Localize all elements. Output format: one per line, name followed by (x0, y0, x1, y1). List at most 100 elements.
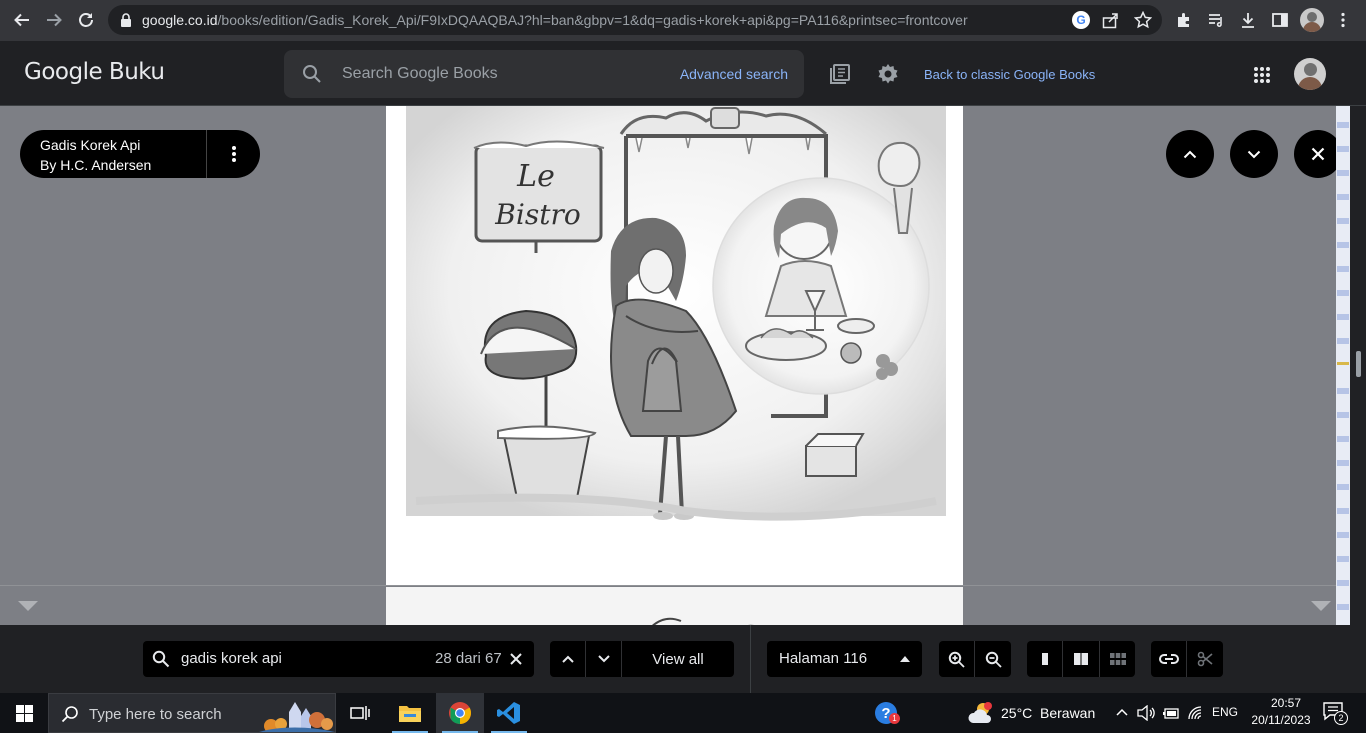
task-view-button[interactable] (336, 693, 384, 733)
zoom-group (939, 641, 1011, 677)
chevron-down-icon (597, 655, 610, 663)
back-button[interactable] (8, 6, 36, 34)
search-icon (152, 650, 170, 668)
notifications-button[interactable]: 2 (1322, 701, 1348, 725)
classic-books-link[interactable]: Back to classic Google Books (924, 67, 1095, 82)
vscode-icon (497, 702, 520, 724)
collapse-left-icon[interactable] (17, 600, 39, 612)
browser-menu-icon[interactable] (1340, 12, 1346, 28)
wifi-icon[interactable] (1188, 706, 1204, 720)
scrollbar-thumb[interactable] (1356, 351, 1361, 377)
volume-icon[interactable] (1137, 705, 1155, 721)
chevron-up-icon (561, 655, 574, 663)
more-vert-icon (231, 146, 236, 162)
show-hidden-icons-icon[interactable] (1116, 708, 1128, 716)
address-bar[interactable]: google.co.id/books/edition/Gadis_Korek_A… (108, 5, 1162, 35)
clip-button[interactable] (1187, 641, 1223, 677)
book-viewer[interactable]: Le Bistro Gadis Korek Api By H.C. Anders… (0, 106, 1336, 625)
my-library-icon[interactable] (829, 63, 851, 85)
account-avatar[interactable] (1294, 58, 1326, 90)
book-more-button[interactable] (206, 130, 260, 178)
start-button[interactable] (0, 693, 48, 733)
book-info-chip[interactable]: Gadis Korek Api By H.C. Andersen (20, 130, 260, 178)
clock-date[interactable]: 20/11/2023 (1246, 713, 1316, 727)
book-author: By H.C. Andersen (40, 157, 152, 173)
zoom-in-button[interactable] (939, 641, 974, 677)
page-illustration: Le Bistro (406, 106, 946, 521)
weather-cloud-sun-icon[interactable] (968, 701, 996, 725)
lock-icon (121, 13, 131, 27)
page-overview-strip[interactable] (1336, 106, 1350, 625)
single-page-icon (1041, 653, 1048, 665)
two-page-button[interactable] (1063, 641, 1099, 677)
next-match-button[interactable] (586, 641, 621, 677)
chevron-down-icon (1247, 150, 1261, 158)
find-result-count: 28 dari 67 (435, 650, 502, 667)
prev-match-button[interactable] (550, 641, 585, 677)
book-page: Le Bistro (386, 106, 963, 586)
google-lens-icon[interactable]: G (1072, 11, 1090, 29)
reload-icon (79, 13, 93, 27)
books-header: Google Buku Search Google Books Advanced… (0, 41, 1366, 106)
input-language[interactable]: ENG (1212, 705, 1238, 719)
grid-view-icon (1109, 653, 1126, 665)
thumbnail-view-button[interactable] (1100, 641, 1135, 677)
taskbar-search-box[interactable]: Type here to search (48, 693, 336, 733)
download-icon[interactable] (1239, 11, 1257, 29)
sign-text-bistro: Bistro (494, 198, 580, 231)
forward-button[interactable] (40, 6, 68, 34)
extensions-icon[interactable] (1175, 11, 1193, 29)
chrome-app[interactable] (436, 693, 484, 733)
zoom-out-icon (985, 651, 1002, 668)
vscode-app[interactable] (485, 693, 533, 733)
view-all-label: View all (652, 650, 704, 668)
url-path: /books/edition/Gadis_Korek_Api/F9IxDQAAQ… (217, 12, 968, 28)
clock-time[interactable]: 20:57 (1256, 696, 1316, 710)
help-icon[interactable]: ? 1 (875, 702, 900, 724)
weather-description[interactable]: Berawan (1040, 705, 1095, 721)
books-search-box[interactable]: Search Google Books Advanced search (284, 50, 804, 98)
scrollbar[interactable] (1350, 106, 1366, 625)
advanced-search-link[interactable]: Advanced search (680, 66, 788, 82)
search-input[interactable]: Search Google Books (342, 65, 498, 83)
chevron-up-icon (1183, 150, 1197, 158)
collapse-right-icon[interactable] (1310, 600, 1332, 612)
apps-grid-icon[interactable] (1253, 66, 1271, 84)
file-explorer-app[interactable] (386, 693, 434, 733)
google-books-logo[interactable]: Google Buku (24, 59, 165, 85)
settings-gear-icon[interactable] (877, 63, 899, 85)
clear-search-icon[interactable] (510, 653, 522, 665)
arrow-right-icon (47, 13, 62, 27)
close-viewer-button[interactable] (1294, 130, 1336, 178)
single-page-button[interactable] (1027, 641, 1062, 677)
page-select-label: Halaman 116 (779, 650, 868, 667)
bookmark-star-icon[interactable] (1134, 11, 1152, 29)
next-book-page (386, 587, 963, 625)
zoom-in-icon (948, 651, 965, 668)
task-view-icon (350, 706, 370, 720)
battery-icon[interactable] (1162, 706, 1180, 720)
next-result-button[interactable] (1230, 130, 1278, 178)
side-panel-icon[interactable] (1271, 11, 1289, 29)
find-in-book-box[interactable]: gadis korek api 28 dari 67 (143, 641, 534, 677)
zoom-out-button[interactable] (975, 641, 1011, 677)
view-all-button[interactable]: View all (622, 641, 734, 677)
taskbar-search-input[interactable]: Type here to search (89, 706, 222, 723)
notification-count-badge: 2 (1334, 711, 1348, 725)
profile-avatar[interactable] (1300, 8, 1324, 32)
media-queue-icon[interactable] (1207, 11, 1225, 29)
browser-toolbar: google.co.id/books/edition/Gadis_Korek_A… (0, 0, 1366, 41)
folder-icon (399, 706, 421, 722)
book-title: Gadis Korek Api (40, 137, 141, 153)
link-icon (1158, 654, 1179, 664)
sign-text-le: Le (516, 159, 555, 194)
page-select[interactable]: Halaman 116 (767, 641, 922, 677)
reload-button[interactable] (72, 6, 100, 34)
copy-link-button[interactable] (1151, 641, 1186, 677)
weather-temperature[interactable]: 25°C (1001, 705, 1032, 721)
share-icon[interactable] (1102, 12, 1119, 29)
next-page-heading-glyphs (652, 617, 754, 625)
find-input[interactable]: gadis korek api (181, 650, 282, 667)
page-overview-marks (1337, 122, 1349, 610)
previous-result-button[interactable] (1166, 130, 1214, 178)
